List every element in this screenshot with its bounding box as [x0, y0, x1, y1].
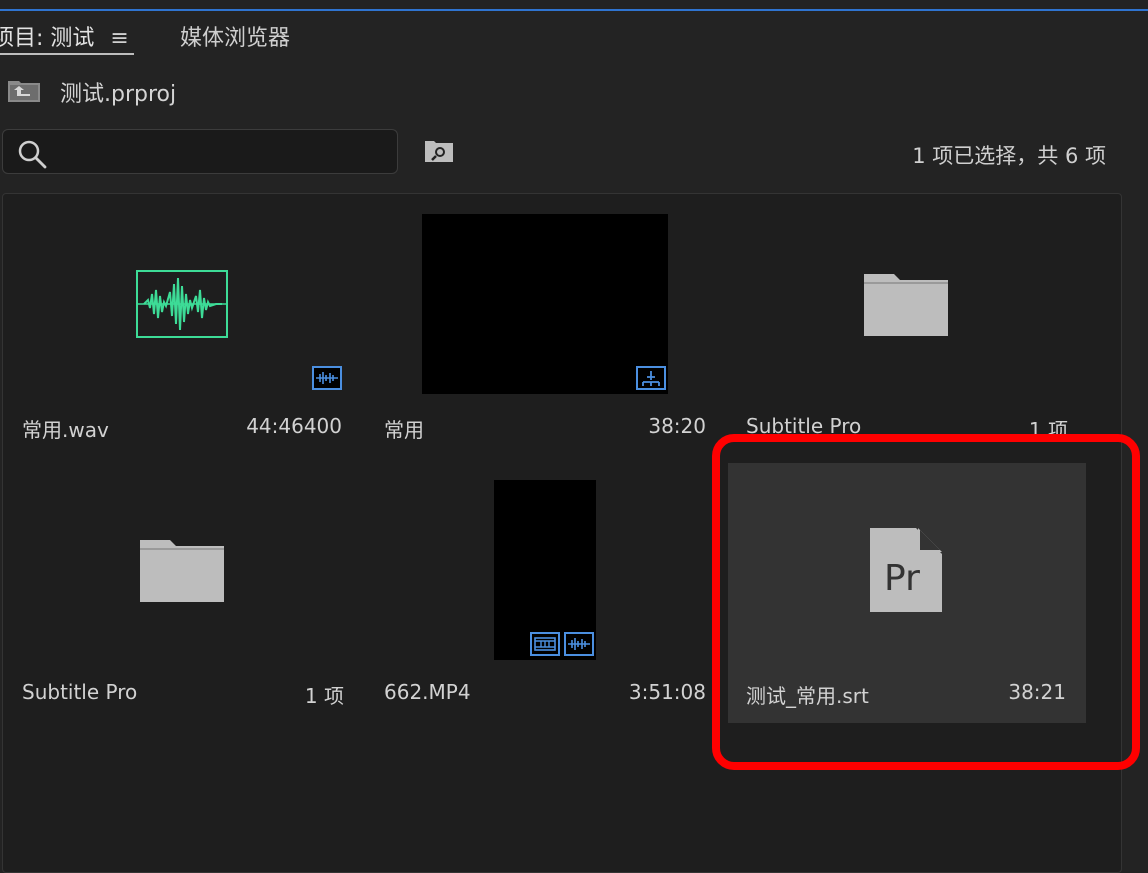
item-name: 662.MP4	[384, 680, 471, 704]
item-duration: 3:51:08	[628, 680, 706, 704]
active-tab-underline	[0, 53, 134, 55]
item-name: Subtitle Pro	[746, 414, 862, 438]
search-box[interactable]	[2, 129, 398, 174]
find-in-bin-icon[interactable]	[424, 139, 454, 163]
item-name: 常用.wav	[22, 418, 109, 442]
video-badge-icon	[530, 632, 560, 656]
project-file-name: 测试.prproj	[60, 82, 177, 107]
svg-text:Pr: Pr	[884, 558, 920, 599]
item-duration: 44:46400	[246, 414, 342, 438]
item-name: 测试_常用.srt	[746, 684, 869, 708]
project-up-folder-icon[interactable]	[8, 78, 40, 102]
search-input[interactable]	[53, 136, 387, 168]
audio-badge-icon	[312, 366, 342, 390]
search-icon	[18, 140, 47, 169]
tab-media-browser[interactable]: 媒体浏览器	[180, 20, 290, 52]
panel-top-accent-line	[0, 9, 1148, 11]
sequence-badge-icon	[636, 366, 666, 390]
item-duration: 38:20	[648, 414, 706, 438]
item-count: 1 项	[1028, 418, 1068, 442]
item-name: 常用	[384, 418, 424, 442]
item-duration: 38:21	[1008, 680, 1066, 704]
selection-count: 1 项已选择，共 6 项	[912, 144, 1106, 168]
tab-project-label: 项目: 测试	[0, 26, 95, 51]
panel-menu-icon[interactable]: ≡	[110, 26, 128, 51]
folder-icon	[864, 274, 948, 336]
tab-project[interactable]: 项目: 测试 ≡	[0, 20, 129, 52]
item-count: 1 项	[304, 684, 344, 708]
premiere-file-icon: Pr	[870, 528, 942, 612]
folder-icon	[140, 540, 224, 602]
item-name: Subtitle Pro	[22, 680, 138, 704]
audio-badge-icon	[564, 632, 594, 656]
sequence-thumbnail	[422, 214, 668, 394]
audio-waveform-icon	[136, 270, 228, 338]
